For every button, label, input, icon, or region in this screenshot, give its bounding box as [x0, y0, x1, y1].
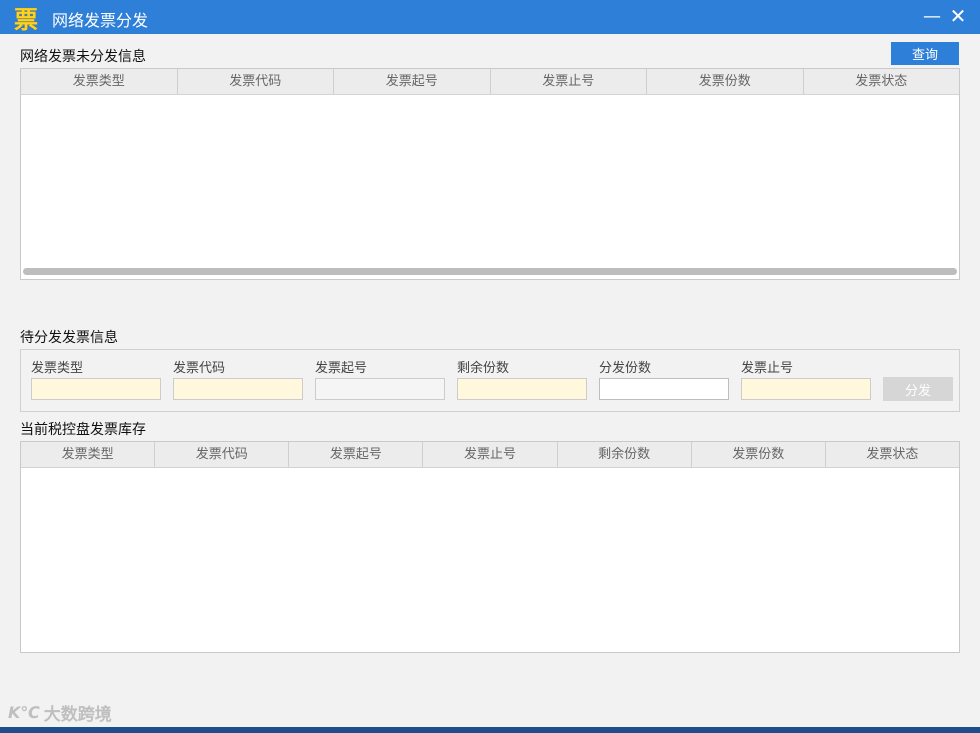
query-button[interactable]: 查询 [891, 42, 959, 65]
inventory-section-label: 当前税控盘发票库存 [20, 422, 146, 438]
column-header[interactable]: 发票份数 [692, 442, 826, 467]
end-number-field[interactable] [741, 378, 871, 400]
start-number-field[interactable] [315, 378, 445, 400]
close-button[interactable]: ✕ [944, 2, 972, 30]
column-header[interactable]: 发票状态 [826, 442, 959, 467]
watermark-logo: K℃ [8, 703, 40, 722]
column-header[interactable]: 发票起号 [334, 69, 491, 94]
invoice-code-label: 发票代码 [173, 361, 226, 376]
undistributed-grid-header: 发票类型 发票代码 发票起号 发票止号 发票份数 发票状态 [21, 69, 959, 95]
invoice-code-field[interactable] [173, 378, 303, 400]
column-header[interactable]: 剩余份数 [558, 442, 692, 467]
invoice-type-field[interactable] [31, 378, 161, 400]
column-header[interactable]: 发票代码 [178, 69, 334, 94]
pending-section-label: 待分发发票信息 [20, 330, 118, 346]
horizontal-scrollbar[interactable] [23, 268, 957, 275]
taskbar-strip [0, 727, 980, 733]
remaining-count-field[interactable] [457, 378, 587, 400]
distribute-count-input[interactable] [599, 378, 729, 400]
column-header[interactable]: 发票起号 [289, 442, 424, 467]
minimize-icon: — [923, 5, 941, 27]
watermark: K℃ 大数跨境 [8, 700, 112, 725]
title-bar: 票 网络发票分发 — ✕ [0, 0, 980, 34]
invoice-app-icon: 票 [14, 4, 38, 34]
undistributed-grid[interactable]: 发票类型 发票代码 发票起号 发票止号 发票份数 发票状态 [20, 68, 960, 280]
invoice-type-label: 发票类型 [31, 361, 84, 376]
inventory-grid-header: 发票类型 发票代码 发票起号 发票止号 剩余份数 发票份数 发票状态 [21, 442, 959, 468]
watermark-text: 大数跨境 [43, 705, 112, 725]
pending-form-panel: 发票类型 发票代码 发票起号 剩余份数 分发份数 发票止号 分发 [20, 349, 960, 412]
column-header[interactable]: 发票代码 [155, 442, 290, 467]
remaining-count-label: 剩余份数 [457, 361, 510, 376]
start-number-label: 发票起号 [315, 361, 368, 376]
column-header[interactable]: 发票类型 [21, 69, 178, 94]
column-header[interactable]: 发票止号 [491, 69, 647, 94]
distribute-count-label: 分发份数 [599, 361, 652, 376]
column-header[interactable]: 发票状态 [804, 69, 960, 94]
window-title: 网络发票分发 [52, 11, 149, 30]
inventory-grid[interactable]: 发票类型 发票代码 发票起号 发票止号 剩余份数 发票份数 发票状态 [20, 441, 960, 653]
end-number-label: 发票止号 [741, 361, 794, 376]
distribute-button[interactable]: 分发 [883, 377, 953, 401]
column-header[interactable]: 发票止号 [423, 442, 558, 467]
close-icon: ✕ [949, 4, 967, 28]
minimize-button[interactable]: — [918, 2, 946, 30]
column-header[interactable]: 发票份数 [647, 69, 804, 94]
column-header[interactable]: 发票类型 [21, 442, 156, 467]
undistributed-section-label: 网络发票未分发信息 [20, 49, 146, 65]
